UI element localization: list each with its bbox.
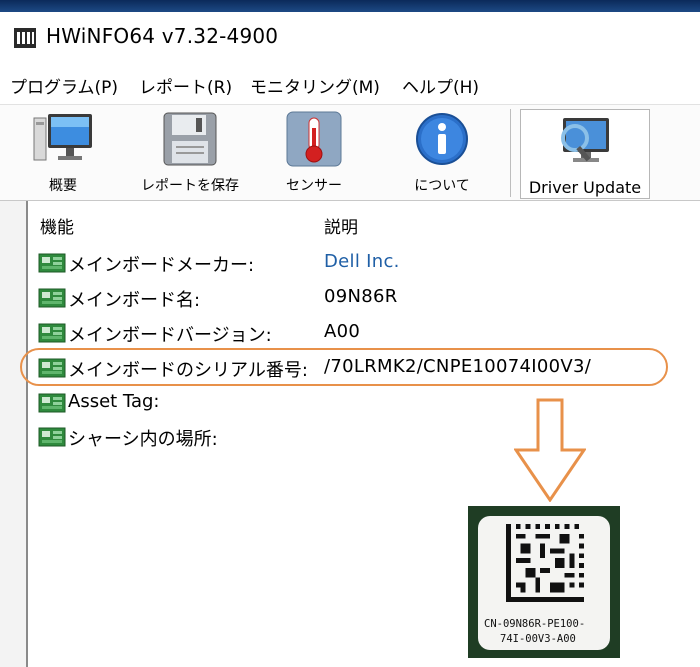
board-version-value: A00 bbox=[324, 321, 361, 342]
sticker-text-line2: 74I-00V3-A00 bbox=[500, 633, 576, 645]
motherboard-icon bbox=[38, 323, 66, 343]
feature-label: メインボードバージョン: bbox=[68, 325, 272, 346]
tree-pane[interactable] bbox=[0, 201, 28, 667]
app-icon bbox=[14, 28, 36, 48]
feature-label: シャーシ内の場所: bbox=[68, 429, 218, 450]
summary-label: 概要 bbox=[49, 178, 77, 194]
window-title: HWiNFO64 v7.32-4900 bbox=[46, 24, 279, 48]
driver-update-button[interactable]: Driver Update bbox=[520, 109, 650, 199]
sensors-button[interactable]: センサー bbox=[274, 109, 354, 197]
save-report-button[interactable]: レポートを保存 bbox=[134, 109, 246, 197]
motherboard-icon bbox=[38, 253, 66, 273]
menu-program[interactable]: プログラム(P) bbox=[10, 73, 118, 98]
board-name-value: 09N86R bbox=[324, 286, 398, 307]
manufacturer-value[interactable]: Dell Inc. bbox=[324, 251, 400, 272]
motherboard-icon bbox=[38, 288, 66, 308]
menu-help[interactable]: ヘルプ(H) bbox=[402, 73, 479, 98]
thermometer-icon bbox=[286, 111, 342, 167]
info-icon bbox=[416, 113, 468, 165]
datamatrix-code-icon bbox=[506, 524, 584, 602]
sticker-text-line1: CN-09N86R-PE100- bbox=[484, 618, 586, 630]
feature-label: メインボードメーカー: bbox=[68, 255, 255, 276]
computer-icon bbox=[33, 114, 92, 161]
floppy-disk-icon bbox=[163, 112, 217, 166]
driver-update-icon bbox=[561, 118, 609, 162]
feature-label: Asset Tag: bbox=[68, 391, 160, 412]
feature-label: メインボード名: bbox=[68, 290, 201, 311]
menu-report[interactable]: レポート(R) bbox=[139, 73, 232, 98]
driver-update-label: Driver Update bbox=[528, 178, 642, 197]
serial-highlight-oval bbox=[20, 348, 668, 386]
sticker: CN-09N86R-PE100- 74I-00V3-A00 bbox=[478, 516, 610, 650]
summary-button[interactable]: 概要 bbox=[30, 109, 96, 197]
column-header-feature[interactable]: 機能 bbox=[40, 213, 74, 238]
menu-monitoring[interactable]: モニタリング(M) bbox=[250, 73, 380, 98]
about-button[interactable]: について bbox=[404, 109, 480, 197]
motherboard-icon bbox=[38, 393, 66, 413]
serial-label-photo: CN-09N86R-PE100- 74I-00V3-A00 bbox=[468, 506, 620, 658]
window-top-strip bbox=[0, 0, 700, 12]
column-header-description[interactable]: 説明 bbox=[324, 213, 358, 238]
toolbar: 概要 レポートを保存 センサー について Driver Update bbox=[0, 105, 700, 201]
menu-bar: プログラム(P) レポート(R) モニタリング(M) ヘルプ(H) bbox=[0, 64, 700, 105]
table-row[interactable]: メインボード名: 09N86R bbox=[38, 282, 678, 316]
motherboard-icon bbox=[38, 427, 66, 447]
down-arrow-icon bbox=[514, 398, 586, 502]
save-report-label: レポートを保存 bbox=[141, 178, 239, 194]
about-label: について bbox=[414, 178, 470, 194]
sensors-label: センサー bbox=[286, 178, 342, 194]
table-row[interactable]: メインボードメーカー: Dell Inc. bbox=[38, 247, 678, 281]
title-bar: HWiNFO64 v7.32-4900 bbox=[0, 12, 700, 64]
toolbar-separator bbox=[510, 109, 511, 197]
table-row[interactable]: メインボードバージョン: A00 bbox=[38, 317, 678, 351]
